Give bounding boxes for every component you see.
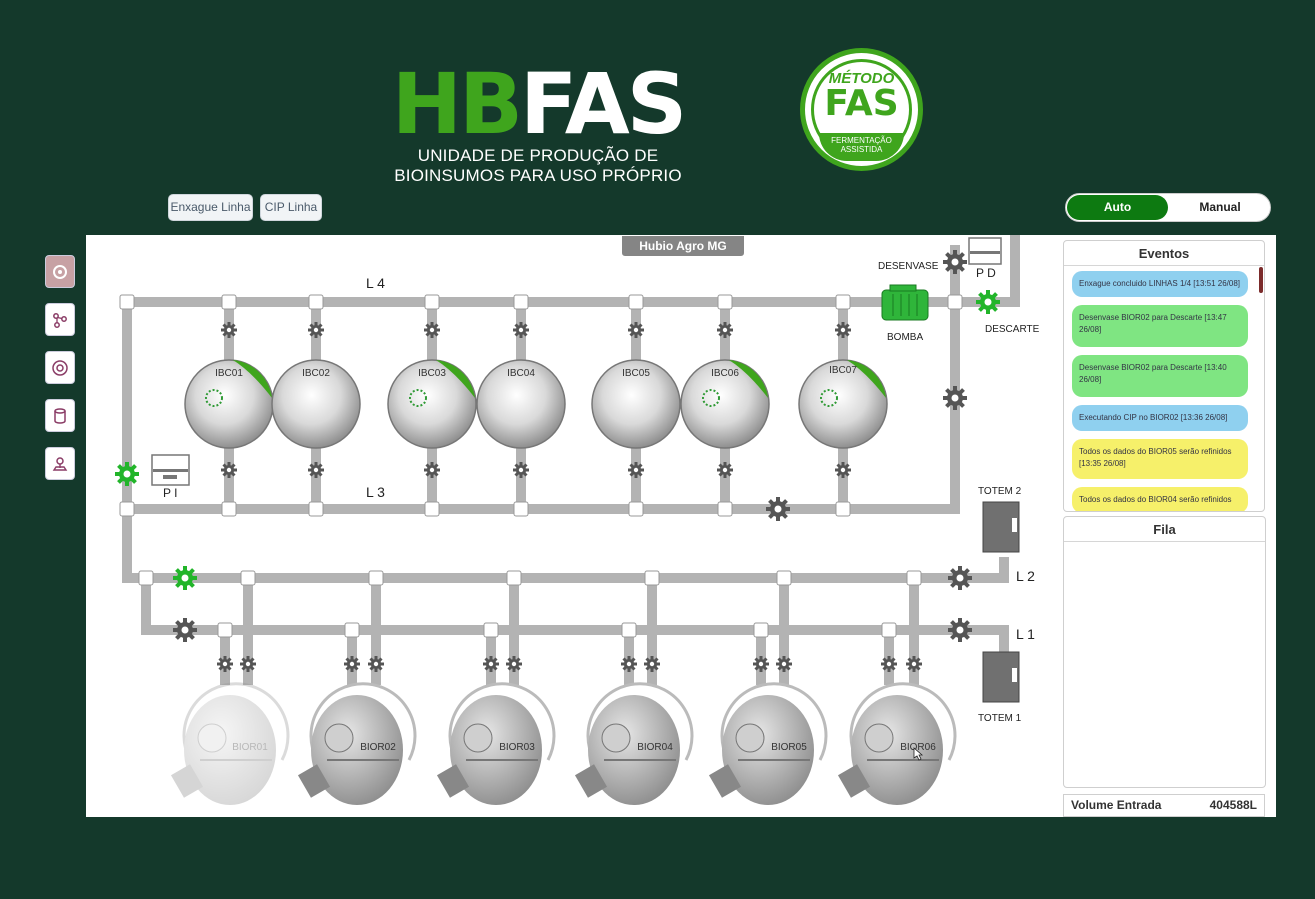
events-scrollbar[interactable]	[1259, 267, 1263, 293]
desenvase-label: DESENVASE	[878, 261, 939, 272]
joystick-icon	[52, 456, 68, 471]
ibc-tank[interactable]: IBC04	[476, 359, 566, 449]
pump[interactable]	[881, 284, 929, 321]
valve-l3[interactable]	[764, 495, 792, 523]
bior-reactor[interactable]: BIOR04	[574, 682, 694, 805]
nav-target-button[interactable]	[45, 351, 75, 384]
ibc-tank[interactable]: IBC07	[798, 359, 888, 449]
bior-reactor[interactable]: BIOR01	[170, 682, 290, 805]
nav-database-button[interactable]	[45, 399, 75, 432]
queue-title: Fila	[1064, 517, 1265, 542]
event-item[interactable]: Desenvase BIOR02 para Descarte [13:40 26…	[1072, 355, 1248, 397]
nav-network-button[interactable]	[45, 303, 75, 336]
event-item[interactable]: Desenvase BIOR02 para Descarte [13:47 26…	[1072, 305, 1248, 347]
network-icon	[53, 312, 67, 328]
event-item[interactable]: Enxague concluido LINHAS 1/4 [13:51 26/0…	[1072, 271, 1248, 297]
volume-display: Volume Entrada 404588L	[1063, 794, 1265, 817]
totem-1[interactable]	[982, 651, 1020, 703]
events-panel: Eventos Enxague concluido LINHAS 1/4 [13…	[1063, 240, 1265, 512]
valve-totem2[interactable]	[946, 564, 974, 592]
bior-reactors[interactable]: BIOR01 BIOR02 BIOR03 BIOR04 BIOR05 BIOR0…	[170, 682, 957, 805]
cip-line-button[interactable]: CIP Linha	[260, 194, 322, 221]
brand-header: HBFAS UNIDADE DE PRODUÇÃO DE BIOINSUMOS …	[388, 62, 688, 186]
ibc-tank[interactable]: IBC01	[184, 359, 274, 449]
valve-l1[interactable]	[171, 616, 199, 644]
plant-diagram: IBC01 IBC02 IBC03 IBC04 IBC05 IBC06 IBC0…	[113, 235, 1040, 805]
ibc-tank[interactable]: IBC03	[387, 359, 477, 449]
valve-right[interactable]	[941, 384, 969, 412]
nav-joystick-button[interactable]	[45, 447, 75, 480]
svg-text:IBC06: IBC06	[711, 368, 739, 379]
pi-sensor[interactable]	[151, 454, 190, 486]
metodo-fas-seal: MÉTODO FAS FERMENTAÇÃO ASSISTIDA	[800, 48, 923, 171]
mode-auto-button[interactable]: Auto	[1067, 195, 1168, 220]
ibc-tank[interactable]: IBC06	[680, 359, 770, 449]
pd-sensor[interactable]	[968, 237, 1002, 265]
event-item[interactable]: Todos os dados do BIOR05 serão refinidos…	[1072, 439, 1248, 479]
ibc-tanks[interactable]: IBC01 IBC02 IBC03 IBC04 IBC05 IBC06 IBC0…	[184, 359, 888, 449]
database-icon	[54, 407, 66, 424]
bior-reactor[interactable]: BIOR03	[436, 682, 556, 805]
svg-text:IBC07: IBC07	[829, 365, 857, 376]
valve-pi[interactable]	[113, 460, 141, 488]
svg-text:IBC01: IBC01	[215, 368, 243, 379]
ibc-tank[interactable]: IBC02	[271, 359, 361, 449]
valve-totem1[interactable]	[946, 616, 974, 644]
line-l4-label: L 4	[366, 275, 385, 291]
mode-manual-button[interactable]: Manual	[1170, 195, 1270, 220]
bior-reactor[interactable]: BIOR02	[297, 682, 417, 805]
target-icon	[52, 359, 68, 376]
line-l3-label: L 3	[366, 484, 385, 500]
brand-subtitle-1: UNIDADE DE PRODUÇÃO DE	[417, 146, 659, 165]
events-title: Eventos	[1064, 241, 1264, 266]
totem-2[interactable]	[982, 501, 1020, 553]
volume-value: 404588L	[1209, 798, 1257, 812]
brand-logo: HBFAS	[391, 55, 688, 153]
svg-text:IBC05: IBC05	[622, 368, 650, 379]
svg-text:BIOR05: BIOR05	[771, 742, 807, 753]
bior-reactor[interactable]: BIOR06	[837, 682, 957, 805]
volume-label: Volume Entrada	[1071, 798, 1162, 812]
event-item[interactable]: Executando CIP no BIOR02 [13:36 26/08]	[1072, 405, 1248, 431]
nav-process-button[interactable]	[45, 255, 75, 288]
rinse-line-button[interactable]: Enxague Linha	[168, 194, 253, 221]
svg-text:IBC02: IBC02	[302, 368, 330, 379]
line-l2-label: L 2	[1016, 568, 1035, 584]
svg-text:BIOR02: BIOR02	[360, 742, 396, 753]
descarte-label: DESCARTE	[985, 324, 1040, 335]
totem2-label: TOTEM 2	[978, 486, 1022, 497]
svg-text:BIOR03: BIOR03	[499, 742, 535, 753]
ibc-tank[interactable]: IBC05	[591, 359, 681, 449]
process-icon	[53, 264, 67, 279]
mode-toggle[interactable]: Auto Manual	[1065, 193, 1271, 222]
pi-label: P I	[163, 486, 177, 500]
valve-desenvase[interactable]	[941, 248, 969, 276]
svg-text:IBC03: IBC03	[418, 368, 446, 379]
brand-subtitle-2: BIOINSUMOS PARA USO PRÓPRIO	[394, 166, 682, 185]
pd-label: P D	[976, 266, 996, 280]
svg-text:BIOR04: BIOR04	[637, 742, 673, 753]
totem1-label: TOTEM 1	[978, 713, 1022, 724]
svg-text:IBC04: IBC04	[507, 368, 535, 379]
bior-reactor[interactable]: BIOR05	[708, 682, 828, 805]
bomba-label: BOMBA	[887, 332, 923, 343]
valve-l2[interactable]	[171, 564, 199, 592]
events-list[interactable]: Enxague concluido LINHAS 1/4 [13:51 26/0…	[1072, 271, 1250, 511]
valve-descarte[interactable]	[974, 288, 1002, 316]
line-l1-label: L 1	[1016, 626, 1035, 642]
svg-text:BIOR01: BIOR01	[232, 742, 268, 753]
queue-panel: Fila	[1063, 516, 1266, 788]
site-name-tag: Hubio Agro MG	[622, 236, 744, 256]
event-item[interactable]: Todos os dados do BIOR04 serão refinidos	[1072, 487, 1248, 511]
